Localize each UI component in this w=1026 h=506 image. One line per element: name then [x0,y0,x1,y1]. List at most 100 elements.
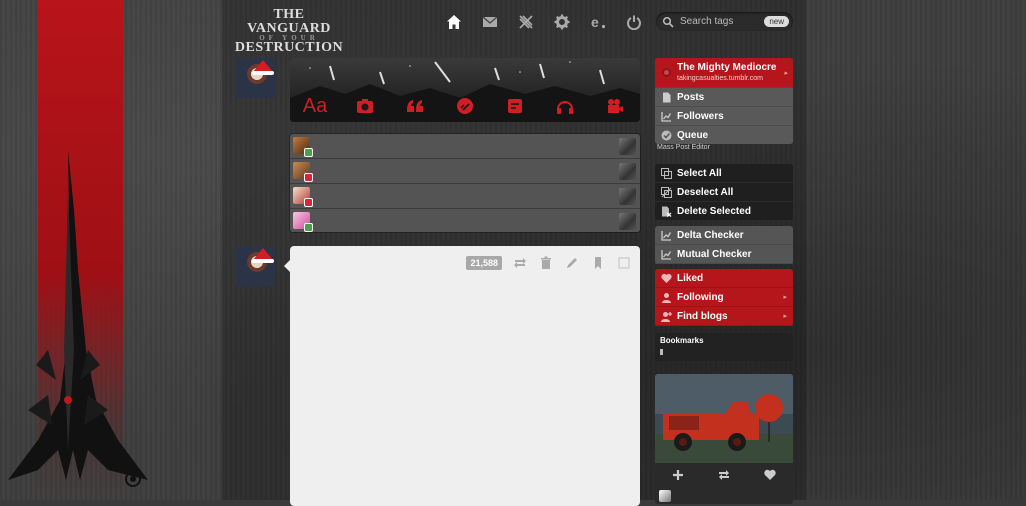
delta-checker-button[interactable]: Delta Checker [655,226,793,245]
notification-row[interactable] [290,209,640,232]
sidebar-item-following[interactable]: Following ▸ [655,288,793,307]
select-post-checkbox[interactable] [616,255,632,271]
radar-post [655,374,793,504]
sidebar-item-label: Queue [677,129,709,141]
notification-row[interactable] [290,159,640,184]
post-type-icons: Aa [290,94,640,118]
chat-icon [508,99,522,113]
chart-icon [661,111,672,122]
select-all-button[interactable]: Select All [655,164,793,183]
reblog-button[interactable] [512,255,528,271]
post-thumbnail[interactable] [619,138,636,155]
reblog-badge-icon [304,148,313,157]
reblog-button[interactable] [716,467,732,483]
chevron-right-icon: ▸ [783,294,787,301]
dashboard-post: 21,588 [284,246,640,506]
post-thumbnail[interactable] [619,163,636,180]
add-person-icon [661,311,672,322]
mass-post-editor-link[interactable]: Mass Post Editor [657,144,710,151]
sidebar-item-followers[interactable]: Followers [655,106,793,125]
reblog-icon [514,258,526,268]
follow-button[interactable] [670,467,686,483]
post-author-avatar[interactable] [235,246,275,286]
settings-button[interactable] [544,12,580,32]
checkbox-icon [618,257,630,269]
inbox-button[interactable] [472,12,508,32]
logout-button[interactable] [616,12,652,32]
user-avatar[interactable] [235,58,275,98]
activity-e-icon: e [591,14,606,30]
search-input[interactable] [674,15,765,28]
tool-label: Mutual Checker [677,248,752,260]
blog-logo[interactable]: THE VANGUARD OF YOUR DESTRUCTION [233,8,345,55]
queue-check-icon [661,130,672,141]
text-post-button[interactable]: Aa [303,95,327,117]
blog-url: takingcasualties.tumblr.com [677,75,763,82]
like-badge-icon [304,198,313,207]
x-logo-button[interactable] [508,12,544,32]
red-truck-photo[interactable] [655,374,793,463]
post-compose-bar: Aa [290,58,640,122]
like-button[interactable] [762,467,778,483]
post-thumbnail[interactable] [619,213,636,230]
like-badge-icon [304,173,313,182]
notification-row[interactable] [290,184,640,209]
notification-row[interactable] [290,134,640,159]
sidebar-item-find-blogs[interactable]: Find blogs ▸ [655,307,793,326]
svg-text:e: e [591,14,599,30]
link-post-button[interactable] [453,95,477,117]
search-tags: new [656,12,793,31]
bookmark-button[interactable] [590,255,606,271]
n7-logo-icon [125,471,141,487]
x-logo-icon [519,15,533,29]
sidebar-item-label: Following [677,291,724,303]
plus-icon [673,470,683,480]
post-controls: 21,588 [466,255,632,271]
search-icon [662,16,674,28]
action-label: Deselect All [677,186,734,198]
document-icon [661,92,672,103]
activity-button[interactable]: e [580,12,616,32]
mutual-checker-button[interactable]: Mutual Checker [655,245,793,264]
edit-button[interactable] [564,255,580,271]
bookmark-icon [595,257,601,269]
video-post-button[interactable] [603,95,627,117]
chart-icon [661,249,672,260]
select-all-icon [661,167,672,179]
sidebar-item-liked[interactable]: Liked [655,269,793,288]
chevron-right-icon: ▸ [783,313,787,320]
home-icon [447,15,461,29]
bookmark-icon[interactable] [660,349,663,355]
sidebar-item-label: Posts [677,91,705,103]
photo-post-button[interactable] [353,95,377,117]
logo-line-3: DESTRUCTION [234,40,344,55]
radar-actions [655,463,793,487]
tool-label: Delta Checker [677,229,744,241]
sidebar-item-queue[interactable]: Queue [655,125,793,144]
chat-post-button[interactable] [503,95,527,117]
account-menu: Liked Following ▸ Find blogs ▸ [655,269,793,326]
notifications-list [290,134,640,232]
bookmarks-panel: Bookmarks [655,333,793,361]
action-label: Select All [677,167,722,179]
delete-selected-button[interactable]: Delete Selected [655,202,793,221]
new-badge: new [764,16,789,27]
deselect-all-icon [661,186,672,198]
quote-post-button[interactable] [403,95,427,117]
deselect-all-button[interactable]: Deselect All [655,183,793,202]
santa-hat-brim [252,71,274,75]
blog-icon [662,68,671,77]
home-button[interactable] [436,12,472,32]
chart-icon [661,230,672,241]
note-count[interactable]: 21,588 [466,256,502,270]
delete-button[interactable] [538,255,554,271]
audio-post-button[interactable] [553,95,577,117]
next-post-thumbnail[interactable] [659,490,671,502]
blog-menu: The Mighty Mediocre takingcasualties.tum… [655,58,793,144]
power-icon [627,15,641,30]
reblog-badge-icon [304,223,313,232]
post-thumbnail[interactable] [619,188,636,205]
blog-header[interactable]: The Mighty Mediocre takingcasualties.tum… [655,58,793,87]
sidebar-item-posts[interactable]: Posts [655,87,793,106]
sidebar-item-label: Followers [677,110,724,122]
